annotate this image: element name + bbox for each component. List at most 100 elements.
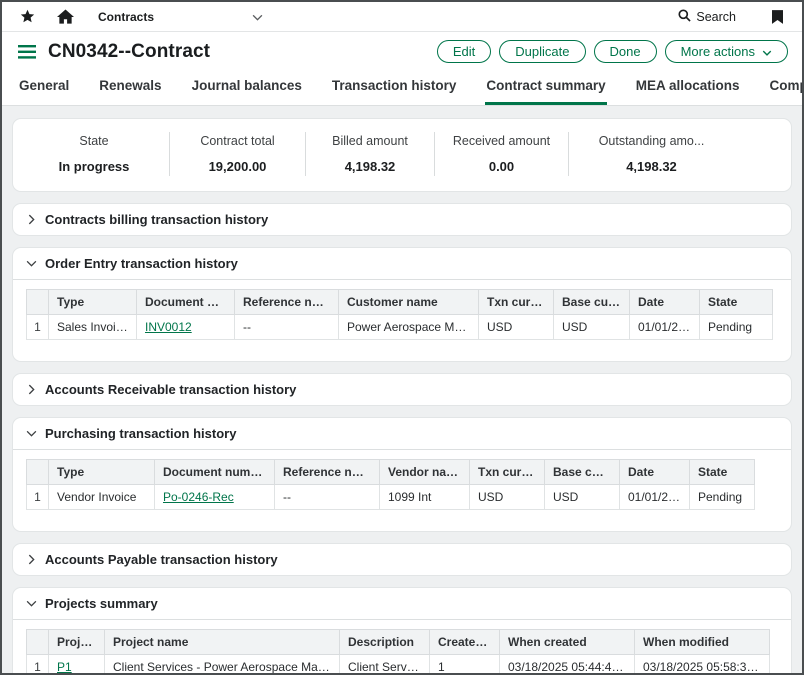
column-header: State	[700, 290, 773, 315]
record-link[interactable]: INV0012	[145, 320, 192, 334]
row-number: 1	[27, 315, 49, 340]
chevron-down-icon	[252, 8, 263, 26]
record-link[interactable]: P1	[57, 660, 72, 674]
record-link[interactable]: Po-0246-Rec	[163, 490, 234, 504]
record-header: CN0342--Contract Edit Duplicate Done Mor…	[2, 32, 802, 72]
table-cell: 03/18/2025 05:58:38 AM	[635, 655, 770, 675]
stats-row: State In progress Contract total 19,200.…	[13, 119, 791, 191]
column-header: Reference number	[275, 460, 380, 485]
column-header: Txn currency	[479, 290, 554, 315]
table-cell: Pending	[690, 485, 755, 510]
table-cell: Client Services	[340, 655, 430, 675]
table-cell: INV0012	[137, 315, 235, 340]
data-table: TypeDocument numberReference numberCusto…	[26, 289, 773, 340]
section-toggle-accounts-receivable[interactable]: Accounts Receivable transaction history	[13, 374, 791, 405]
table-cell: --	[275, 485, 380, 510]
stat-label: Outstanding amo...	[579, 134, 724, 148]
row-number-header	[27, 460, 49, 485]
row-number: 1	[27, 655, 49, 675]
column-header: Txn currency	[470, 460, 545, 485]
stat-outstanding-amount: Outstanding amo... 4,198.32	[569, 132, 734, 176]
column-header: Type	[49, 290, 137, 315]
table-header-row: TypeDocument numberReference numberVendo…	[27, 460, 755, 485]
tab-compliance[interactable]: Compliance	[768, 78, 804, 105]
section-accounts-receivable: Accounts Receivable transaction history	[12, 373, 792, 406]
tab-contract-summary[interactable]: Contract summary	[485, 78, 606, 105]
page-content: State In progress Contract total 19,200.…	[2, 106, 802, 675]
section-toggle-contracts-billing[interactable]: Contracts billing transaction history	[13, 204, 791, 235]
data-table: TypeDocument numberReference numberVendo…	[26, 459, 755, 510]
tab-general[interactable]: General	[18, 78, 70, 105]
table-cell: 1099 Int	[380, 485, 470, 510]
table-cell: Sales Invoice	[49, 315, 137, 340]
page-title: CN0342--Contract	[48, 41, 210, 63]
stat-value: 19,200.00	[180, 159, 295, 174]
favorite-star-icon[interactable]	[16, 6, 38, 28]
column-header: Vendor name	[380, 460, 470, 485]
duplicate-button-label: Duplicate	[515, 44, 569, 59]
section-purchasing: Purchasing transaction history TypeDocum…	[12, 417, 792, 532]
chevron-down-icon	[762, 44, 772, 59]
bookmark-icon[interactable]	[766, 6, 788, 28]
table-row: 1 P1 Client Services - Power Aerospace Mat…	[27, 655, 770, 675]
done-button[interactable]: Done	[594, 40, 657, 63]
tab-journal-balances[interactable]: Journal balances	[191, 78, 303, 105]
table-cell: USD	[470, 485, 545, 510]
section-toggle-order-entry[interactable]: Order Entry transaction history	[13, 248, 791, 280]
more-actions-button[interactable]: More actions	[665, 40, 788, 63]
column-header: Project	[49, 630, 105, 655]
column-header: Customer name	[339, 290, 479, 315]
stat-value: 4,198.32	[316, 159, 424, 174]
column-header: Document number	[155, 460, 275, 485]
column-header: Date	[620, 460, 690, 485]
tab-mea-allocations[interactable]: MEA allocations	[635, 78, 741, 105]
table-cell: 1	[430, 655, 500, 675]
order-entry-table-container: TypeDocument numberReference numberCusto…	[13, 280, 791, 361]
table-cell: Po-0246-Rec	[155, 485, 275, 510]
done-button-label: Done	[610, 44, 641, 59]
section-title: Purchasing transaction history	[45, 426, 236, 441]
section-contracts-billing: Contracts billing transaction history	[12, 203, 792, 236]
home-icon[interactable]	[54, 6, 76, 28]
column-header: Base currency	[554, 290, 630, 315]
section-title: Contracts billing transaction history	[45, 212, 268, 227]
tab-renewals[interactable]: Renewals	[98, 78, 162, 105]
column-header: Description	[340, 630, 430, 655]
module-dropdown-label: Contracts	[98, 10, 154, 24]
table-cell: --	[235, 315, 339, 340]
table-cell: 01/01/2025	[620, 485, 690, 510]
projects-table-container: ProjectProject nameDescriptionCreated by…	[13, 620, 791, 675]
section-title: Projects summary	[45, 596, 158, 611]
section-title: Order Entry transaction history	[45, 256, 238, 271]
table-cell: Client Services - Power Aerospace Materi…	[105, 655, 340, 675]
edit-button[interactable]: Edit	[437, 40, 491, 63]
table-cell: P1	[49, 655, 105, 675]
duplicate-button[interactable]: Duplicate	[499, 40, 585, 63]
stat-value: 4,198.32	[579, 159, 724, 174]
table-cell: Vendor Invoice	[49, 485, 155, 510]
column-header: When created	[500, 630, 635, 655]
section-order-entry: Order Entry transaction history TypeDocu…	[12, 247, 792, 362]
column-header: Project name	[105, 630, 340, 655]
section-title: Accounts Payable transaction history	[45, 552, 278, 567]
section-toggle-accounts-payable[interactable]: Accounts Payable transaction history	[13, 544, 791, 575]
column-header: Type	[49, 460, 155, 485]
module-dropdown[interactable]: Contracts	[98, 8, 263, 26]
table-cell: Power Aerospace Materials	[339, 315, 479, 340]
tab-transaction-history[interactable]: Transaction history	[331, 78, 458, 105]
table-header-row: ProjectProject nameDescriptionCreated by…	[27, 630, 770, 655]
list-menu-icon[interactable]	[18, 45, 36, 59]
global-search[interactable]: Search	[678, 9, 736, 25]
stat-value: In progress	[29, 159, 159, 174]
table-row: 1Vendor InvoicePo-0246-Rec--1099 IntUSDU…	[27, 485, 755, 510]
chevron-down-icon	[26, 260, 37, 267]
search-label: Search	[696, 10, 736, 24]
stat-contract-total: Contract total 19,200.00	[170, 132, 305, 176]
table-cell: 03/18/2025 05:44:44 AM	[500, 655, 635, 675]
section-toggle-projects-summary[interactable]: Projects summary	[13, 588, 791, 620]
section-toggle-purchasing[interactable]: Purchasing transaction history	[13, 418, 791, 450]
row-number: 1	[27, 485, 49, 510]
table-row: 1Sales Invoice INV0012 --Power Aerospace M…	[27, 315, 773, 340]
table-cell: USD	[545, 485, 620, 510]
table-cell: Pending	[700, 315, 773, 340]
